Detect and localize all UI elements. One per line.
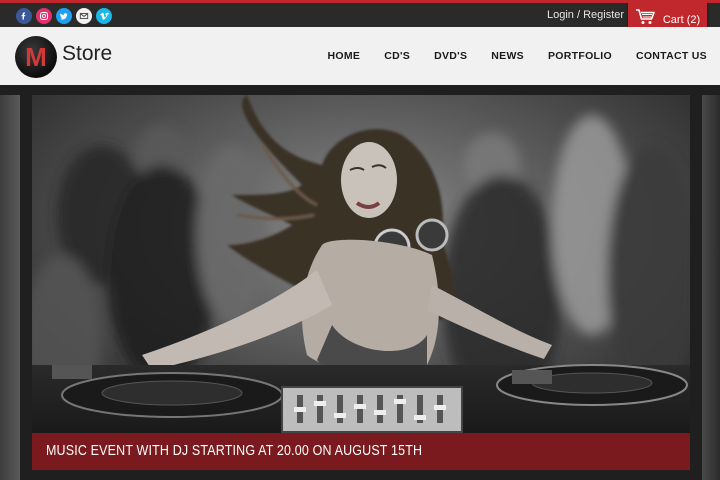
logo[interactable]: M [15,36,57,78]
social-links [16,8,112,24]
top-bar: Login / Register [0,0,720,27]
nav-item-portfolio[interactable]: PORTFOLIO [548,50,612,62]
nav-item-home[interactable]: HOME [328,50,361,62]
instagram-icon[interactable] [36,8,52,24]
header-divider [0,85,720,95]
logo-text[interactable]: Store [62,42,112,66]
nav-item-dvds[interactable]: DVD'S [434,50,467,62]
vimeo-icon[interactable] [96,8,112,24]
site-header: M Store HOME CD'S DVD'S NEWS PORTFOLIO C… [0,27,720,85]
facebook-icon[interactable] [16,8,32,24]
email-icon[interactable] [76,8,92,24]
login-register-link[interactable]: Login / Register [547,9,624,21]
previous-slide-peek[interactable] [0,95,20,480]
twitter-icon[interactable] [56,8,72,24]
main-nav: HOME CD'S DVD'S NEWS PORTFOLIO CONTACT U… [328,50,707,62]
hero-slide-image[interactable] [32,95,690,470]
nav-item-cds[interactable]: CD'S [384,50,410,62]
cart-label: Cart (2) [662,13,701,26]
next-slide-peek[interactable] [702,95,720,480]
slide-caption-text: MUSIC EVENT WITH DJ STARTING AT 20.00 ON… [46,443,423,459]
slide-caption[interactable]: MUSIC EVENT WITH DJ STARTING AT 20.00 ON… [32,433,690,470]
logo-letter: M [25,41,47,72]
nav-item-news[interactable]: NEWS [491,50,524,62]
nav-item-contact-us[interactable]: CONTACT US [636,50,707,62]
